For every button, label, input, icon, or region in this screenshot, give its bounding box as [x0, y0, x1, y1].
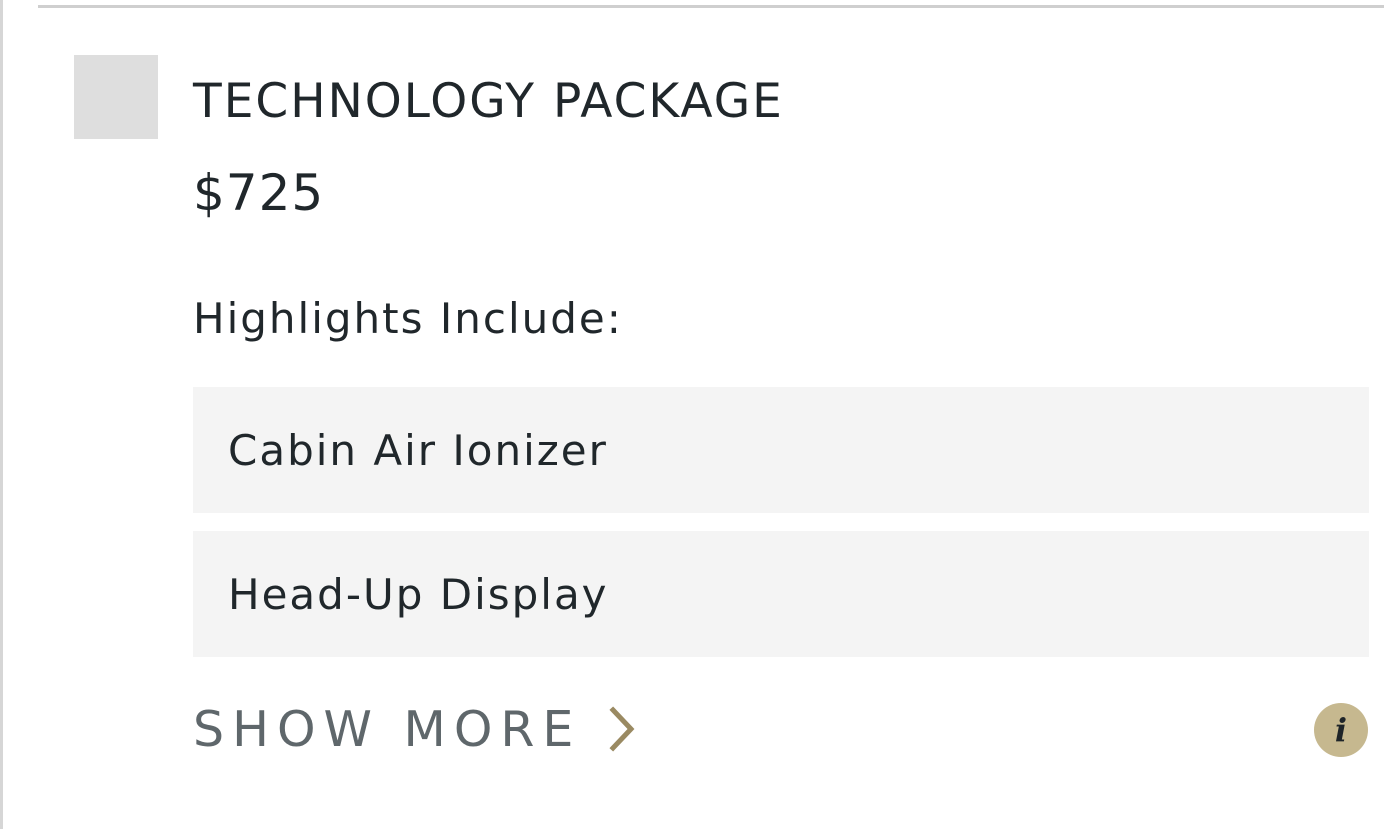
show-more-label: SHOW MORE: [193, 700, 582, 758]
feature-label: Cabin Air Ionizer: [228, 425, 608, 475]
package-price: $725: [193, 164, 325, 222]
highlights-label: Highlights Include:: [193, 294, 623, 343]
feature-item: Cabin Air Ionizer: [193, 387, 1369, 513]
package-select-checkbox[interactable]: [74, 55, 158, 139]
top-divider: [38, 5, 1384, 8]
info-icon: i: [1334, 711, 1348, 749]
info-button[interactable]: i: [1314, 703, 1368, 757]
feature-item: Head-Up Display: [193, 531, 1369, 657]
package-title: TECHNOLOGY PACKAGE: [193, 74, 784, 129]
card-left-border: [0, 0, 3, 829]
package-option-card: TECHNOLOGY PACKAGE $725 Highlights Inclu…: [0, 0, 1384, 829]
chevron-right-icon: [609, 706, 635, 752]
feature-label: Head-Up Display: [228, 569, 609, 619]
show-more-button[interactable]: SHOW MORE: [193, 697, 639, 761]
